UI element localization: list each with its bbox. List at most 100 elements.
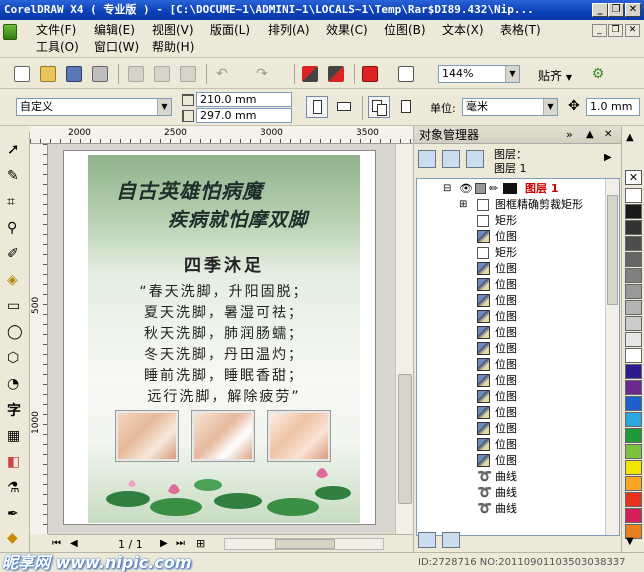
doc-close-button[interactable]: ✕	[625, 24, 640, 37]
redo-icon[interactable]: ↷	[254, 66, 270, 82]
snap-to-dropdown[interactable]: 贴齐 ▼	[538, 67, 572, 84]
document-page[interactable]: 自古英雄怕病魔 疾病就怕摩双脚 四季沐足 “春天洗脚，升阳固脱； 夏天洗脚，暑湿…	[63, 150, 376, 525]
menu-bitmaps[interactable]: 位图(B)	[382, 21, 428, 39]
paper-type-combo[interactable]: 自定义 ▼	[16, 98, 172, 116]
previous-page-icon[interactable]: ◀	[70, 538, 78, 549]
shape-tool-icon[interactable]: ✎	[7, 168, 25, 186]
export-icon[interactable]	[328, 66, 344, 82]
visibility-eye-icon[interactable]: 👁	[459, 181, 473, 197]
color-swatch[interactable]	[625, 284, 642, 299]
options-icon[interactable]: ⚙	[590, 66, 606, 82]
open-folder-icon[interactable]	[40, 66, 56, 82]
color-swatch[interactable]	[625, 300, 642, 315]
docker-expand-icon[interactable]: »	[566, 126, 573, 144]
add-page-icon[interactable]: ⊞	[196, 537, 205, 550]
color-swatch[interactable]	[625, 476, 642, 491]
color-swatch[interactable]	[625, 380, 642, 395]
outline-tool-icon[interactable]: ✒	[7, 506, 25, 524]
minimize-button[interactable]: _	[592, 3, 608, 17]
basic-shapes-tool-icon[interactable]: ◔	[7, 376, 25, 394]
color-swatch[interactable]	[625, 412, 642, 427]
poster-artwork[interactable]: 自古英雄怕病魔 疾病就怕摩双脚 四季沐足 “春天洗脚，升阳固脱； 夏天洗脚，暑湿…	[88, 155, 360, 523]
object-row[interactable]: 位图	[417, 421, 607, 437]
menu-arrange[interactable]: 排列(A)	[266, 21, 312, 39]
table-tool-icon[interactable]: ▦	[7, 428, 25, 446]
paper-width-input[interactable]: 210.0 mm	[196, 92, 292, 107]
object-tree[interactable]: ⊟ 👁 ✏ 图层 1 ⊞ 图框精确剪裁矩形 矩形 位图 矩形 位图 位图 位图 位图 位图 位图 位图…	[416, 178, 620, 536]
object-row[interactable]: ⊞ 图框精确剪裁矩形	[417, 197, 607, 213]
crop-tool-icon[interactable]: ⌗	[7, 194, 25, 212]
color-swatch[interactable]	[625, 252, 642, 267]
menu-table[interactable]: 表格(T)	[498, 21, 543, 39]
color-swatch[interactable]	[625, 364, 642, 379]
new-master-layer-icon[interactable]	[442, 532, 460, 548]
menu-help[interactable]: 帮助(H)	[150, 38, 196, 56]
docker-collapse-icon[interactable]: ▲	[586, 126, 594, 144]
object-tree-scroll-thumb[interactable]	[607, 195, 618, 305]
horizontal-ruler[interactable]: 2000 2500 3000 3500	[30, 126, 413, 144]
vertical-scroll-thumb[interactable]	[398, 374, 412, 504]
object-row[interactable]: 位图	[417, 325, 607, 341]
new-document-icon[interactable]	[14, 66, 30, 82]
color-swatch[interactable]	[625, 508, 642, 523]
layer-color-swatch[interactable]	[503, 183, 517, 194]
rectangle-tool-icon[interactable]: ▭	[7, 298, 25, 316]
object-row[interactable]: 位图	[417, 437, 607, 453]
menu-text[interactable]: 文本(X)	[440, 21, 486, 39]
save-icon[interactable]	[66, 66, 82, 82]
paste-icon[interactable]	[180, 66, 196, 82]
portrait-button[interactable]	[306, 96, 328, 118]
interactive-blend-tool-icon[interactable]: ◧	[7, 454, 25, 472]
color-swatch[interactable]	[625, 396, 642, 411]
horizontal-scroll-track[interactable]	[224, 538, 384, 550]
object-row[interactable]: 矩形	[417, 213, 607, 229]
color-swatch[interactable]	[625, 460, 642, 475]
cut-icon[interactable]	[128, 66, 144, 82]
new-layer-icon[interactable]	[418, 532, 436, 548]
object-row[interactable]: 位图	[417, 453, 607, 469]
nudge-offset-input[interactable]: 1.0 mm	[586, 98, 640, 116]
drawing-canvas[interactable]: 自古英雄怕病魔 疾病就怕摩双脚 四季沐足 “春天洗脚，升阳固脱； 夏天洗脚，暑湿…	[48, 144, 395, 534]
last-page-icon[interactable]: ⏭	[176, 538, 185, 549]
current-page-button[interactable]	[396, 96, 418, 118]
object-row[interactable]: 位图	[417, 261, 607, 277]
object-row[interactable]: 位图	[417, 405, 607, 421]
menu-layout[interactable]: 版面(L)	[208, 21, 252, 39]
landscape-button[interactable]	[334, 96, 356, 118]
layer-manager-view-icon[interactable]	[466, 150, 484, 168]
first-page-icon[interactable]: ⏮	[52, 538, 61, 549]
object-row[interactable]: 位图	[417, 309, 607, 325]
freehand-tool-icon[interactable]: ✐	[7, 246, 25, 264]
vertical-ruler[interactable]: 500 1000	[30, 144, 48, 534]
object-row[interactable]: 位图	[417, 341, 607, 357]
color-swatch[interactable]	[625, 268, 642, 283]
color-swatch[interactable]	[625, 348, 642, 363]
docker-menu-arrow-icon[interactable]: ▶	[604, 152, 612, 163]
layer-row[interactable]: ⊟ 👁 ✏ 图层 1	[417, 181, 607, 197]
object-row[interactable]: ➰ 曲线	[417, 501, 607, 517]
object-row[interactable]: 位图	[417, 293, 607, 309]
next-page-icon[interactable]: ▶	[160, 538, 168, 549]
paper-height-input[interactable]: 297.0 mm	[196, 108, 292, 123]
foot-massage-photo-2[interactable]	[192, 411, 254, 461]
horizontal-scrollbar[interactable]: ⏮ ◀ 1 / 1 ▶ ⏭ ⊞	[48, 534, 413, 552]
print-icon[interactable]	[92, 66, 108, 82]
object-row[interactable]: ➰ 曲线	[417, 485, 607, 501]
smart-fill-tool-icon[interactable]: ◈	[7, 272, 25, 290]
fill-tool-icon[interactable]: ◆	[7, 530, 25, 548]
palette-scroll-up-icon[interactable]: ▲	[626, 132, 634, 143]
zoom-level-combo[interactable]: 144% ▼	[438, 65, 520, 83]
restore-button[interactable]: ❐	[608, 3, 624, 17]
palette-scroll-down-icon[interactable]: ▼	[626, 536, 634, 547]
units-combo[interactable]: 毫米 ▼	[462, 98, 558, 116]
color-swatch[interactable]	[625, 220, 642, 235]
horizontal-scroll-thumb[interactable]	[275, 539, 335, 549]
object-tree-scrollbar[interactable]	[605, 179, 619, 535]
eyedropper-tool-icon[interactable]: ⚗	[7, 480, 25, 498]
undo-icon[interactable]: ↶	[214, 66, 230, 82]
polygon-tool-icon[interactable]: ⬡	[7, 350, 25, 368]
copy-icon[interactable]	[154, 66, 170, 82]
object-row[interactable]: 矩形	[417, 245, 607, 261]
doc-restore-button[interactable]: ❐	[608, 24, 623, 37]
ellipse-tool-icon[interactable]: ◯	[7, 324, 25, 342]
